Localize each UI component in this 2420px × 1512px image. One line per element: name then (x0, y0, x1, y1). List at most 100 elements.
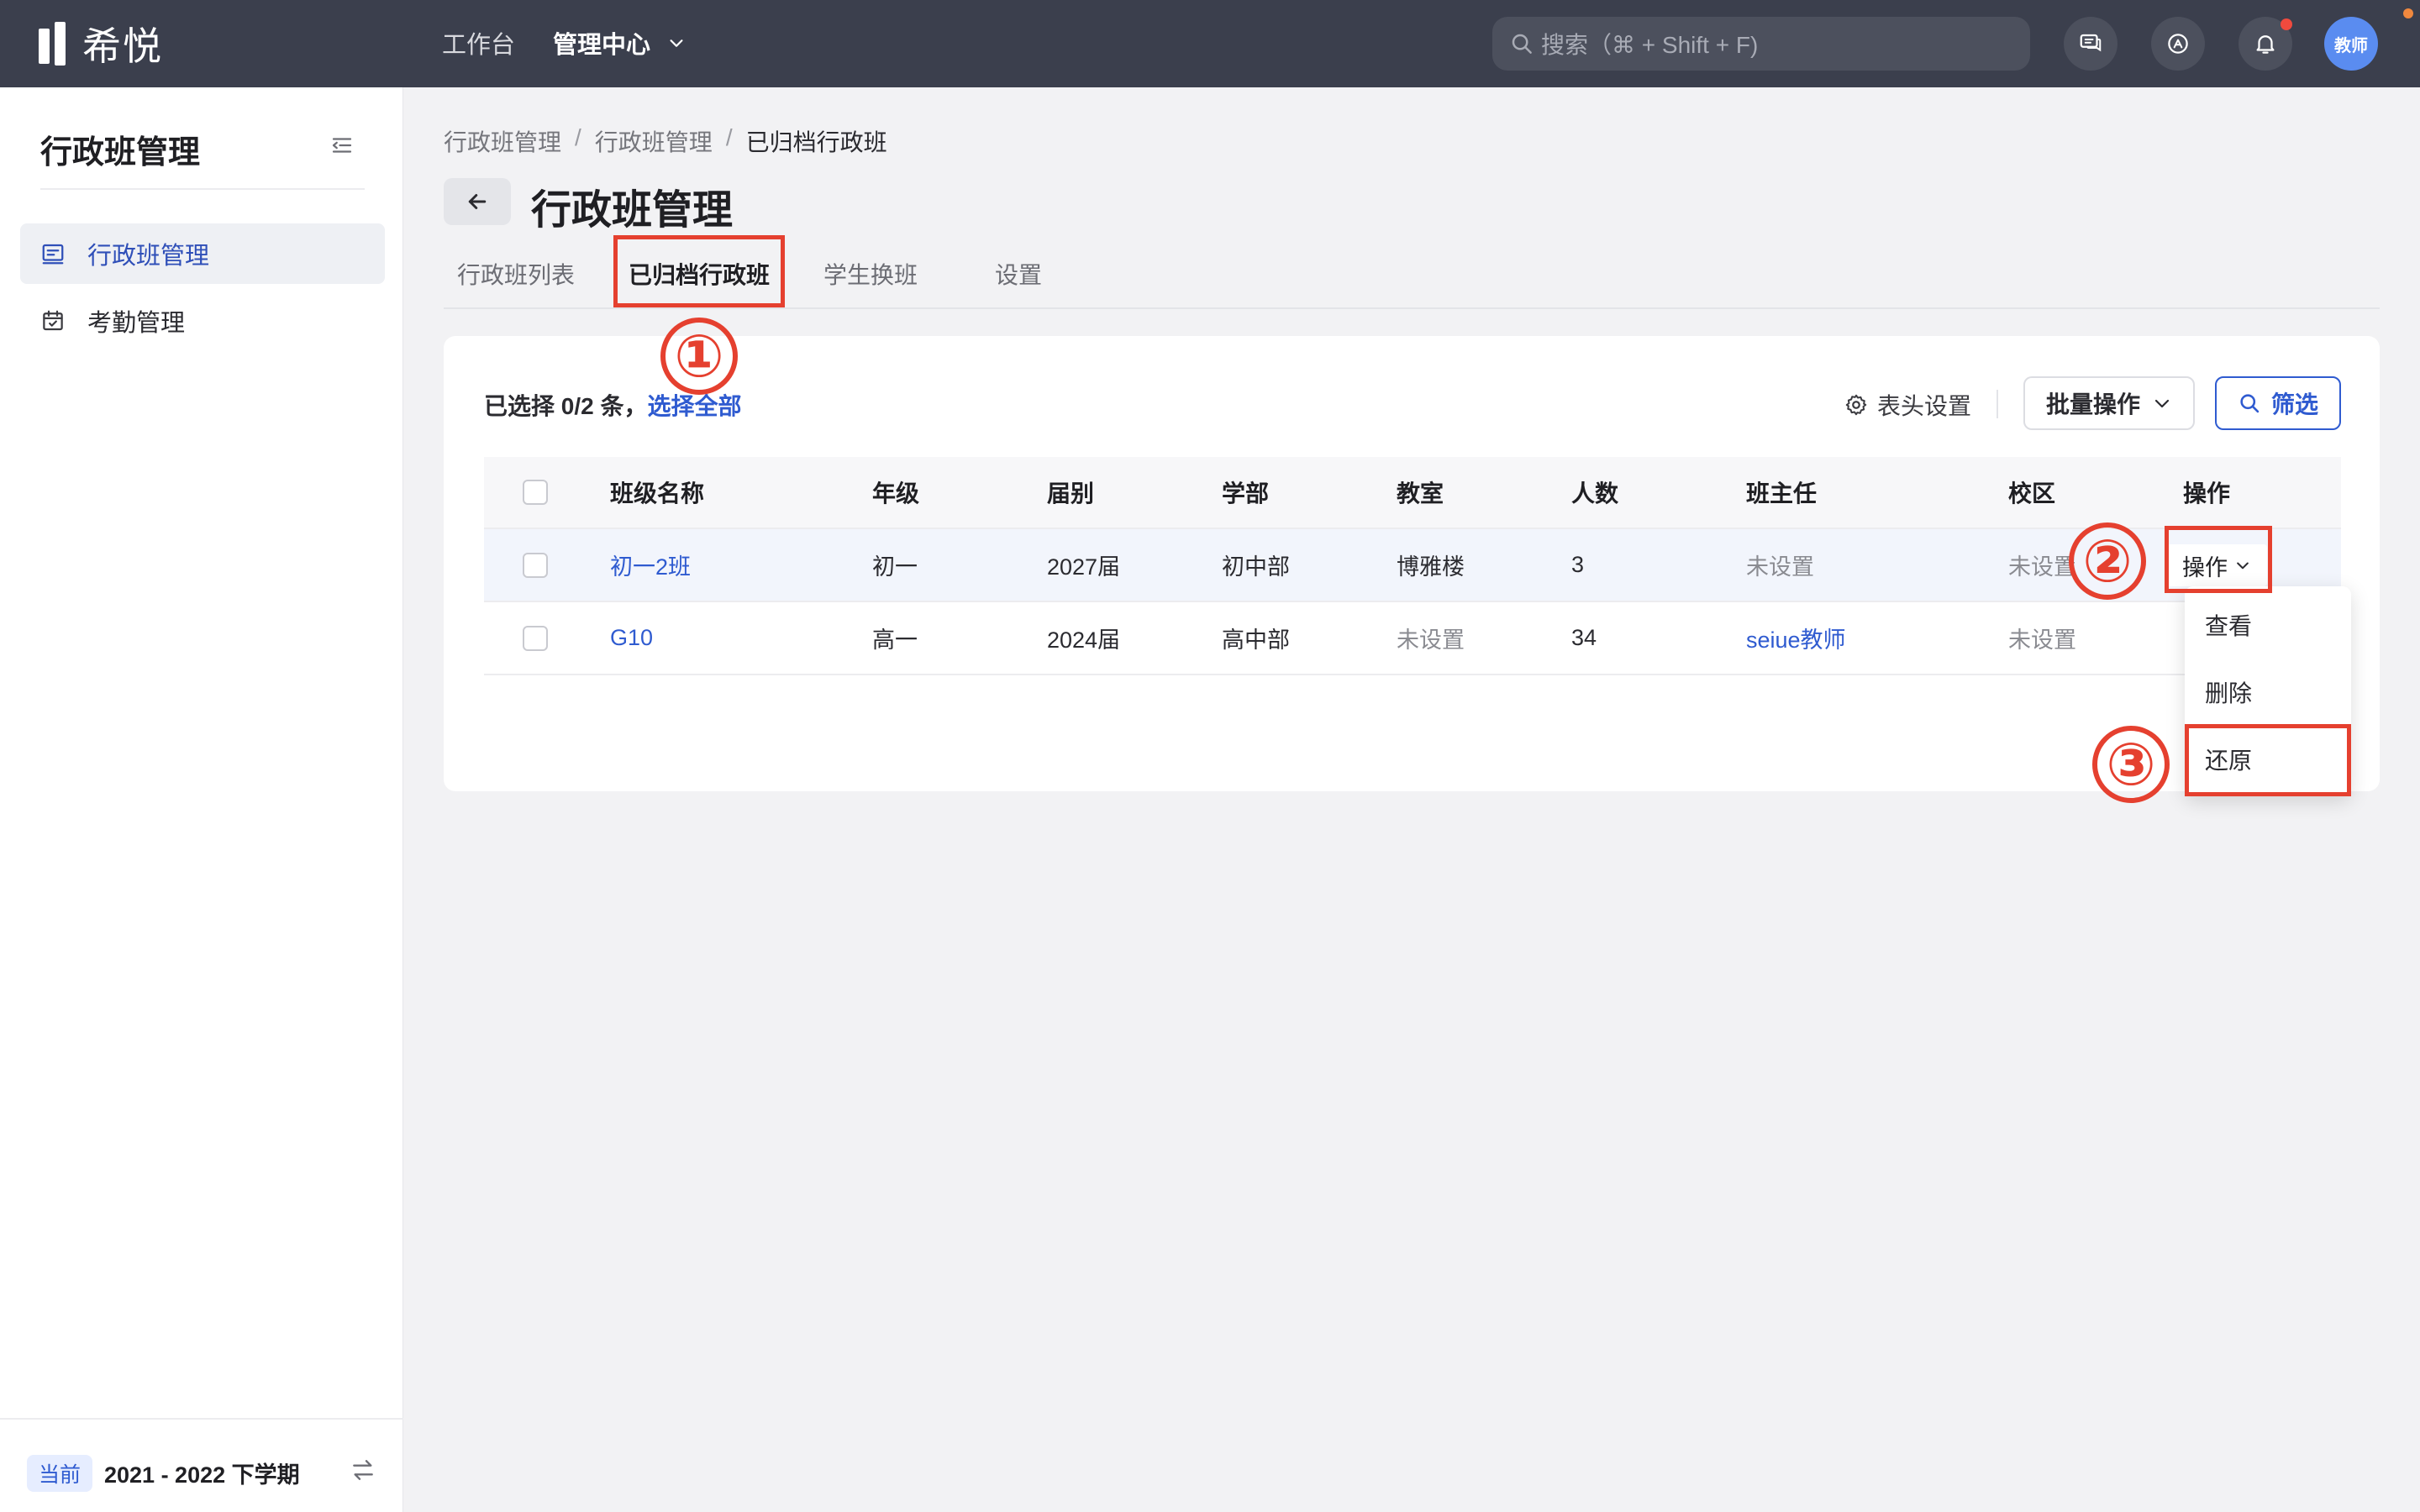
sidebar-item-label: 考勤管理 (87, 310, 186, 337)
row-checkbox-cell (523, 529, 548, 601)
user-avatar[interactable]: 教师 (2324, 17, 2378, 71)
class-name-link[interactable]: G10 (610, 602, 653, 674)
sidebar-item-attendance[interactable]: 考勤管理 (20, 291, 385, 351)
nav-workbench[interactable]: 工作台 (442, 25, 515, 60)
toolbar-divider (1996, 390, 1998, 418)
annotation-box-step-3 (2185, 724, 2351, 796)
breadcrumb-item[interactable]: 行政班管理 (595, 124, 713, 158)
back-button[interactable] (444, 178, 511, 225)
search-icon (2240, 394, 2260, 413)
current-term-badge: 当前 (27, 1455, 93, 1492)
division-cell: 高中部 (1222, 627, 1290, 653)
column-header: 班级名称 (610, 480, 705, 507)
chevron-down-icon (670, 39, 683, 47)
column-settings-button[interactable]: 表头设置 (1844, 388, 1971, 422)
selection-count: 已选择 0/2 条， (484, 393, 648, 419)
notification-dot (2281, 18, 2292, 30)
sidebar-divider (40, 188, 365, 190)
column-header: 年级 (872, 480, 920, 507)
column-header: 操作 (2183, 480, 2231, 507)
row-checkbox[interactable] (523, 552, 548, 578)
collapse-sidebar-icon[interactable] (329, 133, 355, 158)
batch-actions-button[interactable]: 批量操作 (2023, 376, 2195, 430)
annotation-step-3: ③ (2092, 726, 2170, 803)
sidebar-title: 行政班管理 (40, 135, 201, 171)
message-icon (2080, 34, 2102, 52)
count-cell: 34 (1571, 625, 1597, 650)
sidebar-item-class-management[interactable]: 行政班管理 (20, 223, 385, 284)
column-header: 届别 (1047, 480, 1095, 507)
class-list-icon (42, 244, 64, 265)
archived-class-table: 班级名称 年级 届别 学部 教室 人数 班主任 校区 操作 初一2班 初一 20… (484, 457, 2341, 675)
annotation-box-step-1 (613, 235, 785, 307)
table-row: G10 高一 2024届 高中部 未设置 34 seiue教师 未设置 (484, 602, 2341, 675)
breadcrumb-separator: / (575, 124, 581, 150)
global-search-input[interactable]: 搜索（⌘ + Shift + F) (1492, 17, 2030, 71)
room-cell: 未设置 (1397, 627, 1465, 653)
select-all-checkbox[interactable] (523, 480, 548, 505)
cohort-cell: 2027届 (1047, 554, 1121, 580)
gear-icon (1845, 394, 1867, 416)
annotation-box-step-2 (2165, 526, 2272, 593)
arrow-left-icon (468, 194, 487, 209)
top-bar: 希悦 工作台 管理中心 搜索（⌘ + Shift + F) 教师 (0, 0, 2420, 87)
nav-admin-center[interactable]: 管理中心 (553, 25, 686, 60)
breadcrumb-current: 已归档行政班 (745, 129, 887, 155)
cohort-cell: 2024届 (1047, 627, 1121, 653)
term-selector: 当前 2021 - 2022 下学期 (0, 1418, 403, 1512)
switch-term-icon[interactable] (350, 1457, 376, 1483)
chevron-down-icon (2154, 399, 2170, 408)
tab-settings[interactable]: 设置 (995, 257, 1042, 291)
breadcrumb-separator: / (725, 124, 733, 150)
logo-text: 希悦 (82, 24, 163, 68)
annotation-step-1: ① (660, 318, 738, 395)
room-cell: 博雅楼 (1397, 554, 1465, 580)
app-center-button[interactable] (2151, 17, 2205, 71)
sidebar-item-label: 行政班管理 (87, 243, 210, 270)
annotation-step-2: ② (2069, 522, 2146, 600)
page-title: 行政班管理 (531, 188, 734, 233)
calendar-check-icon (43, 310, 63, 331)
campus-cell: 未设置 (2008, 554, 2076, 580)
header-checkbox-cell (523, 457, 548, 528)
row-checkbox-cell (523, 602, 548, 674)
current-term-label: 2021 - 2022 下学期 (104, 1462, 300, 1488)
class-name-link[interactable]: 初一2班 (610, 529, 691, 601)
grade-cell: 高一 (872, 627, 918, 653)
table-row: 初一2班 初一 2027届 初中部 博雅楼 3 未设置 未设置 操作 (484, 529, 2341, 602)
division-cell: 初中部 (1222, 554, 1290, 580)
tab-class-list[interactable]: 行政班列表 (457, 257, 575, 291)
column-settings-label: 表头设置 (1877, 393, 1972, 419)
teacher-cell: 未设置 (1746, 554, 1814, 580)
row-checkbox[interactable] (523, 625, 548, 651)
select-all-link[interactable]: 选择全部 (647, 393, 741, 419)
teacher-link[interactable]: seiue教师 (1746, 602, 1846, 674)
column-header: 班主任 (1746, 480, 1818, 507)
batch-actions-label: 批量操作 (2045, 391, 2140, 417)
search-placeholder: 搜索（⌘ + Shift + F) (1541, 32, 1759, 58)
logo-mark-icon (39, 22, 71, 66)
campus-cell: 未设置 (2008, 627, 2076, 653)
filter-label: 筛选 (2270, 391, 2318, 417)
breadcrumb-item[interactable]: 行政班管理 (444, 124, 561, 158)
filter-button[interactable]: 筛选 (2215, 376, 2341, 430)
column-header: 人数 (1571, 480, 1619, 507)
tab-student-transfer[interactable]: 学生换班 (823, 257, 918, 291)
count-cell: 3 (1571, 552, 1585, 577)
nav-admin-label: 管理中心 (553, 32, 651, 59)
column-header: 学部 (1222, 480, 1270, 507)
breadcrumb: 行政班管理 / 行政班管理 / 已归档行政班 (444, 124, 887, 158)
column-header: 教室 (1397, 480, 1444, 507)
menu-item-view[interactable]: 查看 (2205, 608, 2252, 642)
sidebar: 行政班管理 行政班管理 考勤管理 当前 2021 - 2022 下学期 (0, 87, 403, 1512)
column-header: 校区 (2008, 480, 2056, 507)
table-header-row: 班级名称 年级 届别 学部 教室 人数 班主任 校区 操作 (484, 457, 2341, 529)
menu-item-delete[interactable]: 删除 (2205, 675, 2252, 709)
app-center-icon (2168, 34, 2188, 54)
app-logo[interactable]: 希悦 (39, 18, 163, 69)
avatar-status-dot (2403, 8, 2413, 18)
bell-icon (2256, 35, 2275, 54)
search-icon (1512, 34, 1532, 54)
message-button[interactable] (2064, 17, 2118, 71)
grade-cell: 初一 (872, 554, 918, 580)
